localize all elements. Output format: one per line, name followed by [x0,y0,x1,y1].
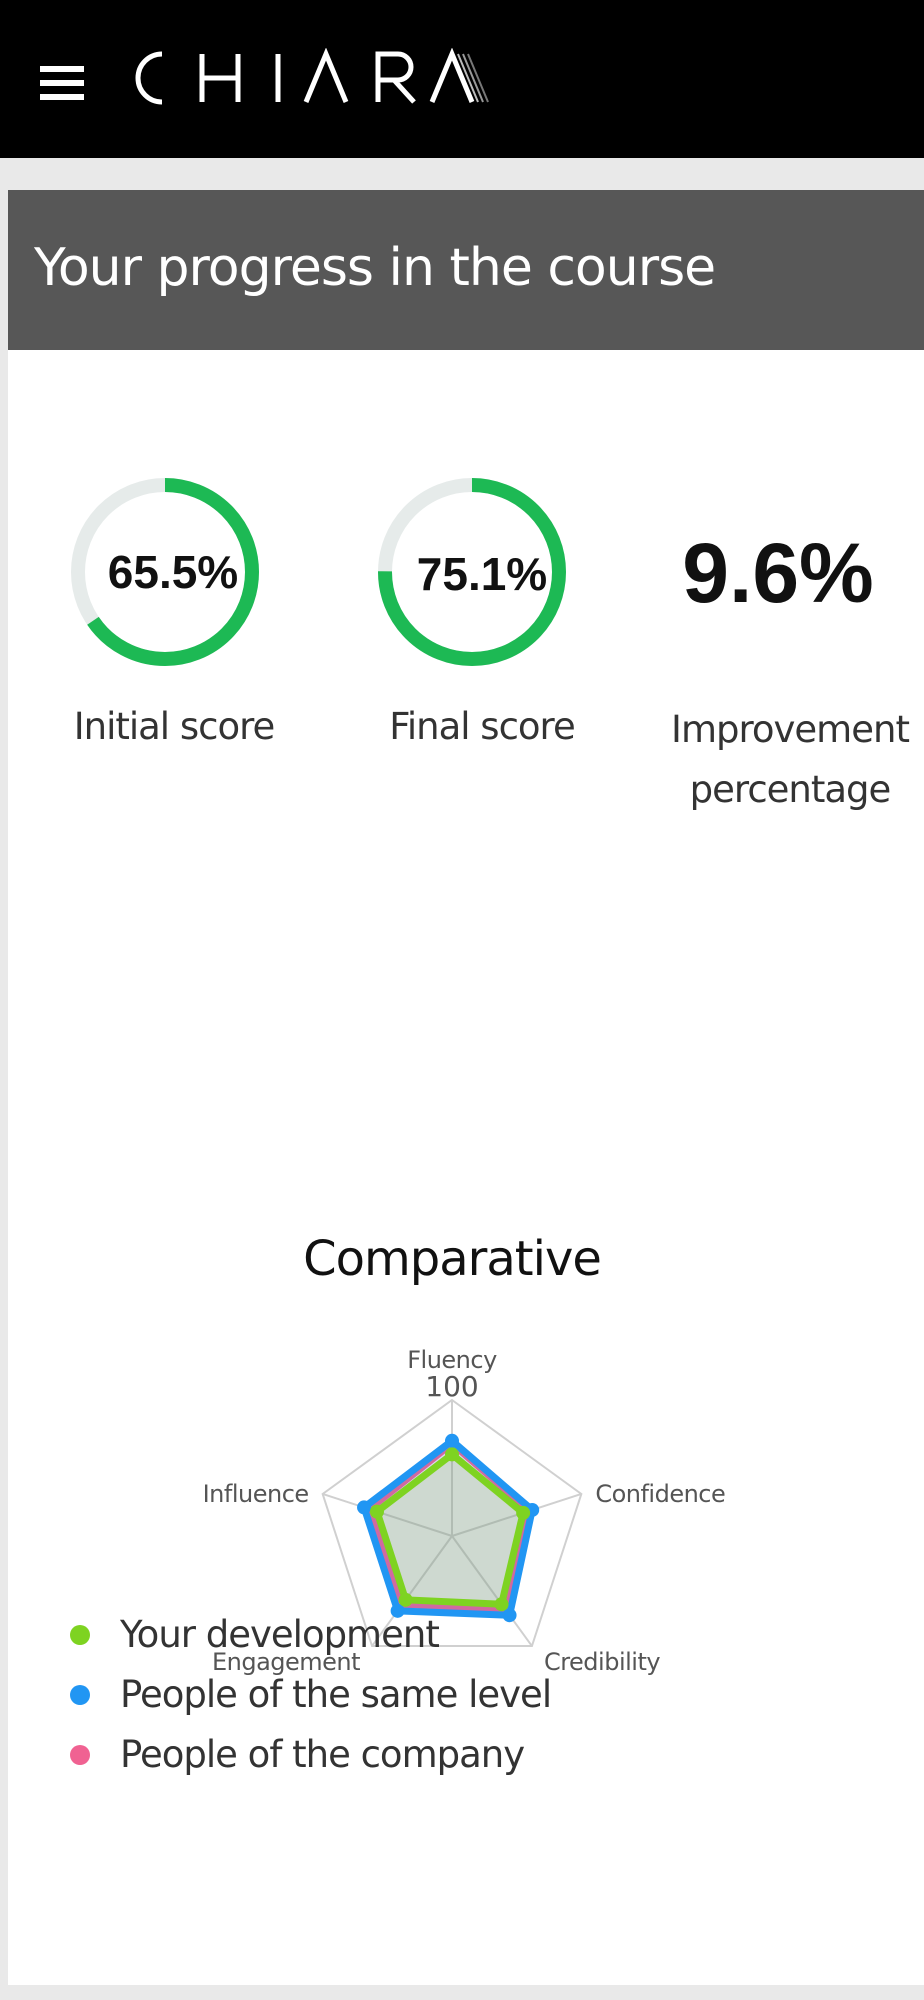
legend-dot-pink [70,1745,90,1765]
improvement-label-line1: Improvement [671,708,910,751]
top-bar [0,0,924,158]
radar-data-point [445,1433,459,1448]
hamburger-menu-icon[interactable] [40,66,84,104]
initial-score-label: Initial score [73,705,276,748]
final-score-ring: 75.1% [378,478,566,666]
legend-dot-blue [70,1685,90,1705]
page-title: Your progress in the course [34,238,716,298]
final-score-value: 75.1% [417,548,547,600]
improvement-value: 9.6% [682,526,874,620]
legend-label: People of the company [120,1733,525,1776]
radar-axis-label: Confidence [595,1480,725,1508]
legend-label: Your development [120,1613,440,1656]
radar-scale-max-label: 100 [425,1370,478,1403]
radar-data-point [445,1447,459,1462]
initial-score-ring: 65.5% [71,478,259,666]
radar-axis-label: Credibility [544,1648,660,1676]
radar-series [357,1433,540,1623]
radar-data-point [357,1500,372,1515]
radar-data-point [398,1592,413,1607]
legend-label: People of the same level [120,1673,552,1716]
card-header: Your progress in the course [8,190,924,350]
radar-data-point [516,1505,531,1520]
progress-card: Your progress in the course 65.5% 75.1% … [8,190,924,1985]
chart-title: Comparative [303,1231,601,1287]
final-score-label: Final score [389,705,575,748]
chiara-logo [135,48,489,105]
radar-data-point [369,1504,384,1519]
radar-data-point [494,1597,509,1612]
radar-axis-label: Influence [203,1480,309,1508]
improvement-label-line2: percentage [689,768,892,811]
legend-dot-green [70,1625,90,1645]
initial-score-value: 65.5% [108,546,238,598]
